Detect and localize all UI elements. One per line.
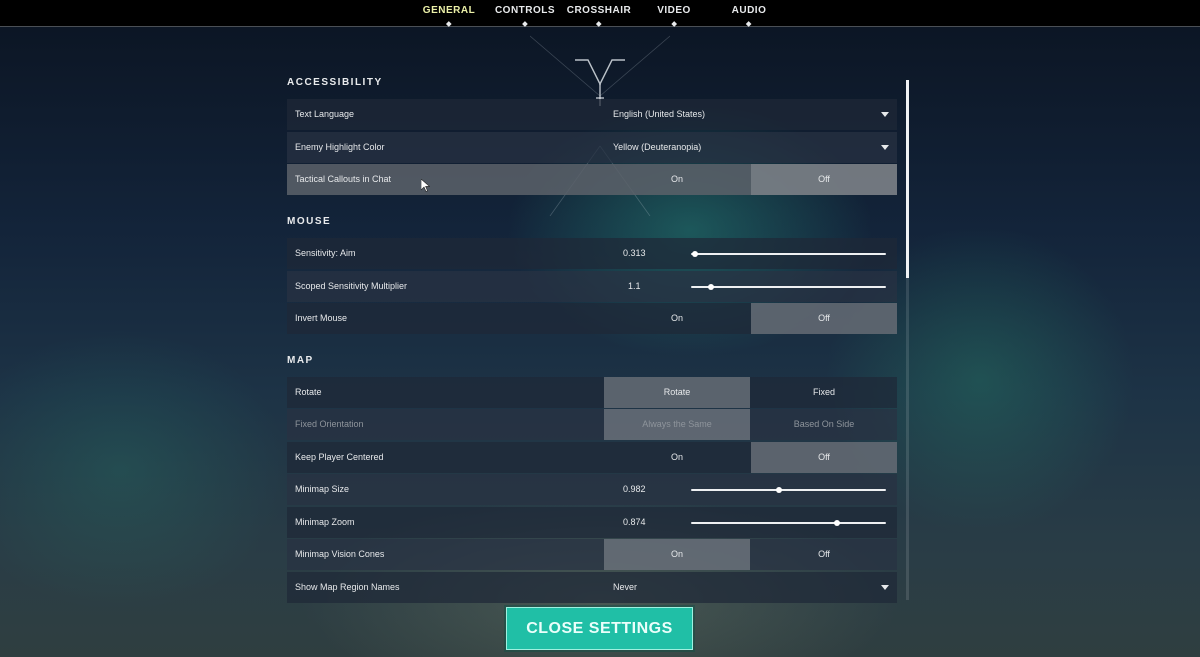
section-title-mouse: MOUSE	[287, 216, 332, 227]
scoped-multiplier-label: Scoped Sensitivity Multiplier	[295, 281, 408, 291]
minimap-vision-cones-label: Minimap Vision Cones	[295, 549, 385, 559]
scoped-multiplier-value: 1.1	[628, 281, 641, 291]
tab-crosshair-label: CROSSHAIR	[566, 5, 632, 16]
fixed-orientation-label: Fixed Orientation	[295, 419, 364, 429]
show-map-region-names-label: Show Map Region Names	[295, 582, 400, 592]
section-title-accessibility: ACCESSIBILITY	[287, 77, 383, 88]
tab-video[interactable]: VIDEO	[657, 0, 691, 27]
rotate-fixed-button[interactable]: Fixed	[751, 377, 897, 408]
enemy-highlight-color-dropdown[interactable]: Yellow (Deuteranopia)	[604, 132, 897, 163]
slider-thumb[interactable]	[775, 487, 782, 493]
minimap-vision-cones-on-button[interactable]: On	[604, 539, 750, 570]
minimap-size-slider[interactable]	[691, 487, 886, 493]
keep-player-centered-label: Keep Player Centered	[295, 452, 384, 462]
rotate-label: Rotate	[295, 387, 322, 397]
text-language-label: Text Language	[295, 109, 355, 119]
setting-row-invert-mouse: Invert Mouse On Off	[287, 303, 897, 334]
chevron-down-icon	[881, 145, 889, 150]
tab-indicator-icon	[522, 21, 528, 27]
setting-row-enemy-highlight-color: Enemy Highlight Color Yellow (Deuteranop…	[287, 132, 897, 163]
fixed-orientation-same-button[interactable]: Always the Same	[604, 409, 750, 440]
tab-controls-label: CONTROLS	[494, 5, 556, 16]
tab-audio[interactable]: AUDIO	[731, 0, 767, 27]
rotate-rotate-button[interactable]: Rotate	[604, 377, 750, 408]
setting-row-text-language: Text Language English (United States)	[287, 99, 897, 130]
tab-general[interactable]: GENERAL	[422, 0, 476, 27]
tactical-callouts-off-button[interactable]: Off	[751, 164, 897, 195]
chevron-down-icon	[881, 112, 889, 117]
invert-mouse-off-button[interactable]: Off	[751, 303, 897, 334]
setting-row-minimap-vision-cones: Minimap Vision Cones On Off	[287, 539, 897, 570]
slider-thumb[interactable]	[834, 520, 841, 526]
tab-crosshair[interactable]: CROSSHAIR	[566, 0, 632, 27]
tab-indicator-icon	[671, 21, 677, 27]
minimap-size-value: 0.982	[623, 484, 646, 494]
setting-row-minimap-size: Minimap Size 0.982	[287, 474, 897, 505]
mouse-cursor-icon	[421, 179, 430, 192]
text-language-dropdown[interactable]: English (United States)	[604, 99, 897, 130]
close-settings-button[interactable]: CLOSE SETTINGS	[506, 607, 693, 650]
setting-row-show-map-region-names: Show Map Region Names Never	[287, 572, 897, 603]
section-title-map: MAP	[287, 355, 314, 366]
setting-row-minimap-zoom: Minimap Zoom 0.874	[287, 507, 897, 538]
keep-player-centered-off-button[interactable]: Off	[751, 442, 897, 473]
scoped-multiplier-slider[interactable]	[691, 284, 886, 290]
sensitivity-aim-label: Sensitivity: Aim	[295, 248, 356, 258]
minimap-size-label: Minimap Size	[295, 484, 350, 494]
slider-thumb[interactable]	[691, 251, 698, 257]
fixed-orientation-side-button[interactable]: Based On Side	[751, 409, 897, 440]
text-language-value: English (United States)	[613, 109, 706, 119]
setting-row-keep-player-centered: Keep Player Centered On Off	[287, 442, 897, 473]
minimap-zoom-label: Minimap Zoom	[295, 517, 355, 527]
sensitivity-aim-slider[interactable]	[691, 251, 886, 257]
tab-video-label: VIDEO	[657, 5, 691, 16]
tactical-callouts-label: Tactical Callouts in Chat	[295, 174, 392, 184]
scrollbar-thumb[interactable]	[906, 80, 909, 278]
chevron-down-icon	[881, 585, 889, 590]
setting-row-fixed-orientation: Fixed Orientation Always the Same Based …	[287, 409, 897, 440]
invert-mouse-on-button[interactable]: On	[604, 303, 750, 334]
show-map-region-names-value: Never	[613, 582, 638, 592]
settings-scrollbar[interactable]	[906, 80, 909, 600]
tactical-callouts-on-button[interactable]: On	[604, 164, 750, 195]
show-map-region-names-dropdown[interactable]: Never	[604, 572, 897, 603]
slider-thumb[interactable]	[707, 284, 714, 290]
setting-row-sensitivity-aim: Sensitivity: Aim 0.313	[287, 238, 897, 269]
tab-general-label: GENERAL	[422, 5, 476, 16]
minimap-vision-cones-off-button[interactable]: Off	[751, 539, 897, 570]
minimap-zoom-slider[interactable]	[691, 520, 886, 526]
setting-row-scoped-multiplier: Scoped Sensitivity Multiplier 1.1	[287, 271, 897, 302]
enemy-highlight-color-label: Enemy Highlight Color	[295, 142, 385, 152]
minimap-zoom-value: 0.874	[623, 517, 646, 527]
setting-row-rotate: Rotate Rotate Fixed	[287, 377, 897, 408]
enemy-highlight-color-value: Yellow (Deuteranopia)	[613, 142, 702, 152]
tab-controls[interactable]: CONTROLS	[494, 0, 556, 27]
tab-indicator-icon	[446, 21, 452, 27]
settings-tab-bar: GENERAL CONTROLS CROSSHAIR VIDEO AUDIO	[0, 0, 1200, 27]
invert-mouse-label: Invert Mouse	[295, 313, 348, 323]
setting-row-tactical-callouts: Tactical Callouts in Chat On Off	[287, 164, 897, 195]
keep-player-centered-on-button[interactable]: On	[604, 442, 750, 473]
tab-indicator-icon	[746, 21, 752, 27]
tab-audio-label: AUDIO	[731, 5, 767, 16]
sensitivity-aim-value: 0.313	[623, 248, 646, 258]
